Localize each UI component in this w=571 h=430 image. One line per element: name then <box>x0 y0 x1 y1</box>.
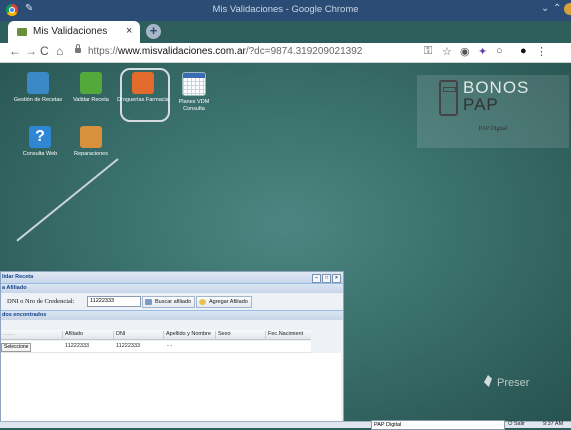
key-icon[interactable]: ⚿ <box>424 45 432 58</box>
results-grid-header: ........ Afiliado DNI Apellido y Nombre … <box>1 330 311 340</box>
dialog-maximize-icon[interactable]: □ <box>322 274 331 283</box>
dialog-minimize-icon[interactable]: – <box>312 274 321 283</box>
add-user-icon <box>199 299 206 305</box>
home-icon[interactable]: ⌂ <box>56 44 63 58</box>
cell-dni: 11222333 <box>116 343 141 349</box>
menu-icon[interactable]: ⋮ <box>536 45 547 58</box>
back-icon[interactable]: ← <box>9 44 21 58</box>
folder-icon <box>132 72 154 94</box>
logo-subtitle: PAP Digital <box>478 126 508 132</box>
section-results-header[interactable]: dos encontrados <box>1 310 343 320</box>
agregar-afiliado-button[interactable]: Agregar Afiliado <box>196 296 252 308</box>
app-select[interactable]: PAP Digital <box>371 420 505 430</box>
column-header-dni[interactable]: DNI <box>113 331 125 339</box>
desktop-icon-label: Reparaciones <box>74 151 108 157</box>
preser-logo-icon <box>484 375 492 387</box>
desktop-icon-label: Validar Receta <box>73 97 109 103</box>
dni-input[interactable]: 11222333 <box>87 296 141 307</box>
cell-afiliado: 11222333 <box>65 343 90 349</box>
tab-close-icon[interactable]: × <box>126 25 132 37</box>
column-header-sexo[interactable]: Sexo <box>215 331 231 339</box>
calendar-grid-icon <box>182 72 206 96</box>
minimize-icon[interactable]: ⌄ <box>541 3 549 14</box>
desktop-icon-label: Planes VDM Consulta <box>178 99 210 112</box>
validar-receta-dialog: lidar Receta – □ × a Afiliado DNI o Nro de… <box>0 271 344 425</box>
forward-icon[interactable]: → <box>25 44 37 58</box>
desktop-icon-reparaciones[interactable]: Reparaciones <box>65 126 117 158</box>
browser-toolbar: ← → C ⌂ https://www.misvalidaciones.com.… <box>0 43 571 63</box>
profile-avatar[interactable]: ● <box>520 45 527 57</box>
dialog-titlebar[interactable]: lidar Receta – □ × <box>1 272 343 283</box>
desktop-icon-consulta-web[interactable]: ? Consulta Web <box>14 126 66 158</box>
logo-pap-text: PAP <box>463 95 499 114</box>
desktop-icon-gestion-recetas[interactable]: Gestión de Recetas <box>12 72 64 104</box>
section-afiliado-header[interactable]: a Afiliado <box>1 283 343 293</box>
column-header-select: ........ <box>3 331 16 337</box>
cell-nombre: - - <box>167 343 173 349</box>
salir-label: Salir <box>513 421 525 427</box>
dni-label: DNI o Nro de Credencial: <box>7 298 75 305</box>
buscar-afiliado-button[interactable]: Buscar afiliado <box>142 296 196 308</box>
agregar-afiliado-label: Agregar Afiliado <box>209 299 248 305</box>
browser-titlebar: ✎ Mis Validaciones - Google Chrome ⌄ ⌃ <box>0 0 571 21</box>
desktop-icon-validar-receta[interactable]: Validar Receta <box>65 72 117 104</box>
url-scheme: https:// <box>88 46 119 57</box>
desktop-icon-label: Consulta Web <box>22 151 58 157</box>
reload-icon[interactable]: C <box>40 44 49 58</box>
results-grid-body <box>1 353 341 423</box>
seleccione-button[interactable]: Seleccione <box>1 343 32 352</box>
bonos-pap-logo: BONOS PAP PAP Digital <box>417 75 569 148</box>
star-icon[interactable]: ☆ <box>442 45 452 58</box>
phone-icon <box>439 80 458 116</box>
column-header-nombre[interactable]: Apellido y Nombre <box>163 331 211 339</box>
lock-icon[interactable] <box>75 44 81 53</box>
desktop-icon-label: Gestión de Recetas <box>13 97 63 103</box>
search-row: DNI o Nro de Credencial: 11222333 Buscar… <box>1 293 343 310</box>
callout-line <box>16 158 119 242</box>
dialog-title: lidar Receta <box>2 274 34 280</box>
tab-title: Mis Validaciones <box>33 26 108 37</box>
extension-icon[interactable]: ◉ <box>460 45 470 58</box>
extension-puzzle-icon[interactable]: ✦ <box>478 45 487 58</box>
column-header-fec-nacimiento[interactable]: Fec.Nacimient <box>265 331 303 339</box>
help-icon: ? <box>29 126 51 148</box>
recetas-icon <box>27 72 49 94</box>
close-window-icon[interactable] <box>564 3 571 15</box>
favicon-icon <box>17 28 27 36</box>
repair-folder-icon <box>80 126 102 148</box>
url-host: www.misvalidaciones.com.ar <box>118 46 246 57</box>
new-tab-button[interactable]: + <box>146 24 161 39</box>
search-icon <box>145 299 152 305</box>
desktop-icon-planes-vdm[interactable]: Planes VDM Consulta <box>168 72 220 112</box>
address-bar[interactable]: https://www.misvalidaciones.com.ar/?dc=9… <box>88 46 362 57</box>
maximize-icon[interactable]: ⌃ <box>553 3 561 14</box>
dialog-close-icon[interactable]: × <box>332 274 341 283</box>
preser-watermark: Preser <box>497 377 530 389</box>
url-path: /?dc=9874.319209021392 <box>245 46 363 57</box>
clock: 9:37 AM <box>543 421 564 427</box>
desktop-icon-droguerias[interactable]: Droguerías Farmacia <box>117 72 169 104</box>
thumbs-up-icon <box>80 72 102 94</box>
column-header-afiliado[interactable]: Afiliado <box>62 331 83 339</box>
buscar-afiliado-label: Buscar afiliado <box>155 299 192 305</box>
table-row[interactable]: Seleccione 11222333 11222333 - - <box>1 341 311 353</box>
tab-mis-validaciones[interactable]: Mis Validaciones × <box>8 21 140 43</box>
window-title: Mis Validaciones - Google Chrome <box>212 4 359 15</box>
desktop-icon-label: Droguerías Farmacia <box>117 97 169 103</box>
extension-circle-icon[interactable]: ○ <box>496 45 503 57</box>
